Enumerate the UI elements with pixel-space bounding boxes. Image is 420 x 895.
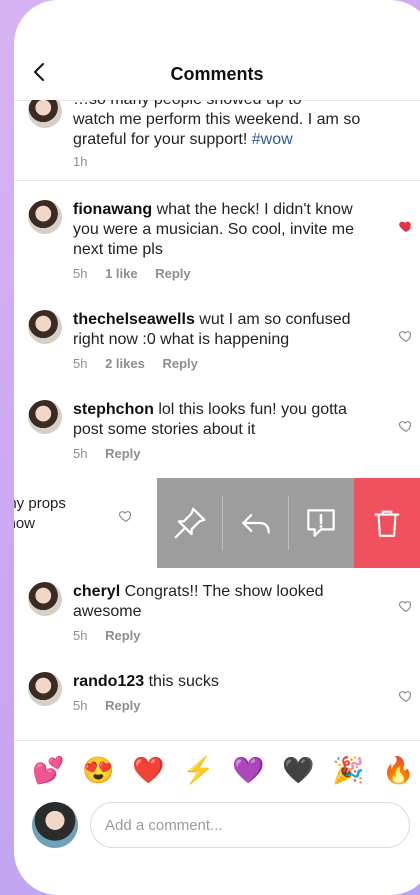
avatar [32, 802, 78, 848]
phone-screen: Comments …so many people showed up to wa… [14, 0, 420, 895]
comment-item[interactable]: rando123 this sucks 5h Reply [14, 672, 420, 740]
avatar[interactable] [28, 582, 62, 616]
comment-meta: 1h [73, 154, 88, 169]
comment-time: 5h [73, 266, 88, 281]
comment-item[interactable]: cheryl Congrats!! The show looked awesom… [14, 582, 420, 662]
pin-button[interactable] [157, 478, 223, 568]
avatar [28, 100, 62, 128]
comment-item[interactable]: stephchon lol this looks fun! you gotta … [14, 400, 420, 480]
comments-header: Comments [14, 48, 420, 101]
reply-button[interactable]: Reply [105, 698, 140, 713]
emoji-button-black-heart[interactable]: 🖤 [282, 755, 314, 785]
emoji-button-red-heart[interactable]: ❤️ [132, 755, 164, 785]
comment-time: 5h [73, 698, 88, 713]
comments-list: …so many people showed up to watch me pe… [14, 100, 420, 740]
comment-item: …so many people showed up to watch me pe… [14, 100, 420, 182]
reply-button[interactable]: Reply [155, 266, 190, 281]
swiped-comment-content: any props show [14, 478, 164, 568]
comment-text: …so many people showed up to [73, 100, 368, 110]
comment-text: any props show [14, 495, 66, 532]
avatar[interactable] [28, 400, 62, 434]
reply-action-button[interactable] [222, 478, 289, 568]
pin-icon [174, 507, 206, 539]
comment-meta: 5h Reply [73, 446, 155, 461]
report-button[interactable] [288, 478, 355, 568]
avatar[interactable] [28, 200, 62, 234]
trash-icon [374, 510, 400, 537]
heart-outline-icon[interactable] [398, 688, 414, 704]
comment-username[interactable]: cheryl [73, 583, 120, 600]
swiped-comment-row[interactable]: any props show [14, 478, 420, 568]
comment-username[interactable]: stephchon [73, 401, 154, 418]
delete-button[interactable] [354, 478, 420, 568]
comment-meta: 5h 2 likes Reply [73, 356, 212, 371]
divider [14, 180, 420, 181]
heart-outline-icon[interactable] [398, 328, 414, 344]
reply-icon [241, 513, 270, 534]
hashtag-link[interactable]: #wow [252, 131, 293, 148]
comment-meta: 5h 1 like Reply [73, 266, 205, 281]
avatar[interactable] [28, 310, 62, 344]
emoji-button-purple-heart[interactable]: 💜 [232, 755, 264, 785]
emoji-button-party-popper[interactable]: 🎉 [332, 755, 364, 785]
reply-button[interactable]: Reply [162, 356, 197, 371]
comment-time: 5h [73, 628, 88, 643]
heart-outline-icon[interactable] [398, 418, 414, 434]
heart-filled-icon[interactable] [398, 218, 414, 234]
report-icon [307, 509, 336, 537]
reply-button[interactable]: Reply [105, 446, 140, 461]
comment-username[interactable]: thechelseawells [73, 311, 195, 328]
comment-item[interactable]: thechelseawells wut I am so confused rig… [14, 310, 420, 390]
heart-outline-icon[interactable] [398, 598, 414, 614]
comment-text: watch me perform this weekend. I am so g… [73, 111, 361, 148]
avatar[interactable] [28, 672, 62, 706]
emoji-button-two-hearts[interactable]: 💕 [32, 755, 64, 785]
like-count[interactable]: 1 like [105, 266, 138, 281]
comment-time: 5h [73, 446, 88, 461]
emoji-button-heart-eyes[interactable]: 😍 [82, 755, 114, 785]
add-comment-placeholder: Add a comment... [105, 816, 223, 834]
comment-text: cheryl Congrats!! The show looked awesom… [73, 583, 324, 620]
comment-text: rando123 this sucks [73, 673, 219, 690]
reply-button[interactable]: Reply [105, 628, 140, 643]
emoji-button-lightning[interactable]: ⚡ [182, 755, 214, 785]
swipe-actions [157, 478, 420, 568]
comment-meta: 5h Reply [73, 628, 155, 643]
comment-username[interactable]: rando123 [73, 673, 144, 690]
comment-composer: Add a comment... [14, 798, 420, 895]
page-title: Comments [170, 64, 264, 84]
heart-outline-icon[interactable] [118, 508, 134, 524]
comment-item[interactable]: fionawang what the heck! I didn't know y… [14, 200, 420, 290]
comment-text: fionawang what the heck! I didn't know y… [73, 201, 355, 258]
comment-meta: 5h Reply [73, 698, 155, 713]
emoji-quick-bar: 💕 😍 ❤️ ⚡ 💜 🖤 🎉 🔥 [14, 740, 420, 799]
comment-time: 5h [73, 356, 88, 371]
comment-username[interactable]: fionawang [73, 201, 152, 218]
comment-text: stephchon lol this looks fun! you gotta … [73, 401, 347, 438]
emoji-button-fire[interactable]: 🔥 [382, 755, 414, 785]
add-comment-input[interactable]: Add a comment... [90, 802, 410, 848]
comment-text: thechelseawells wut I am so confused rig… [73, 311, 351, 348]
like-count[interactable]: 2 likes [105, 356, 145, 371]
